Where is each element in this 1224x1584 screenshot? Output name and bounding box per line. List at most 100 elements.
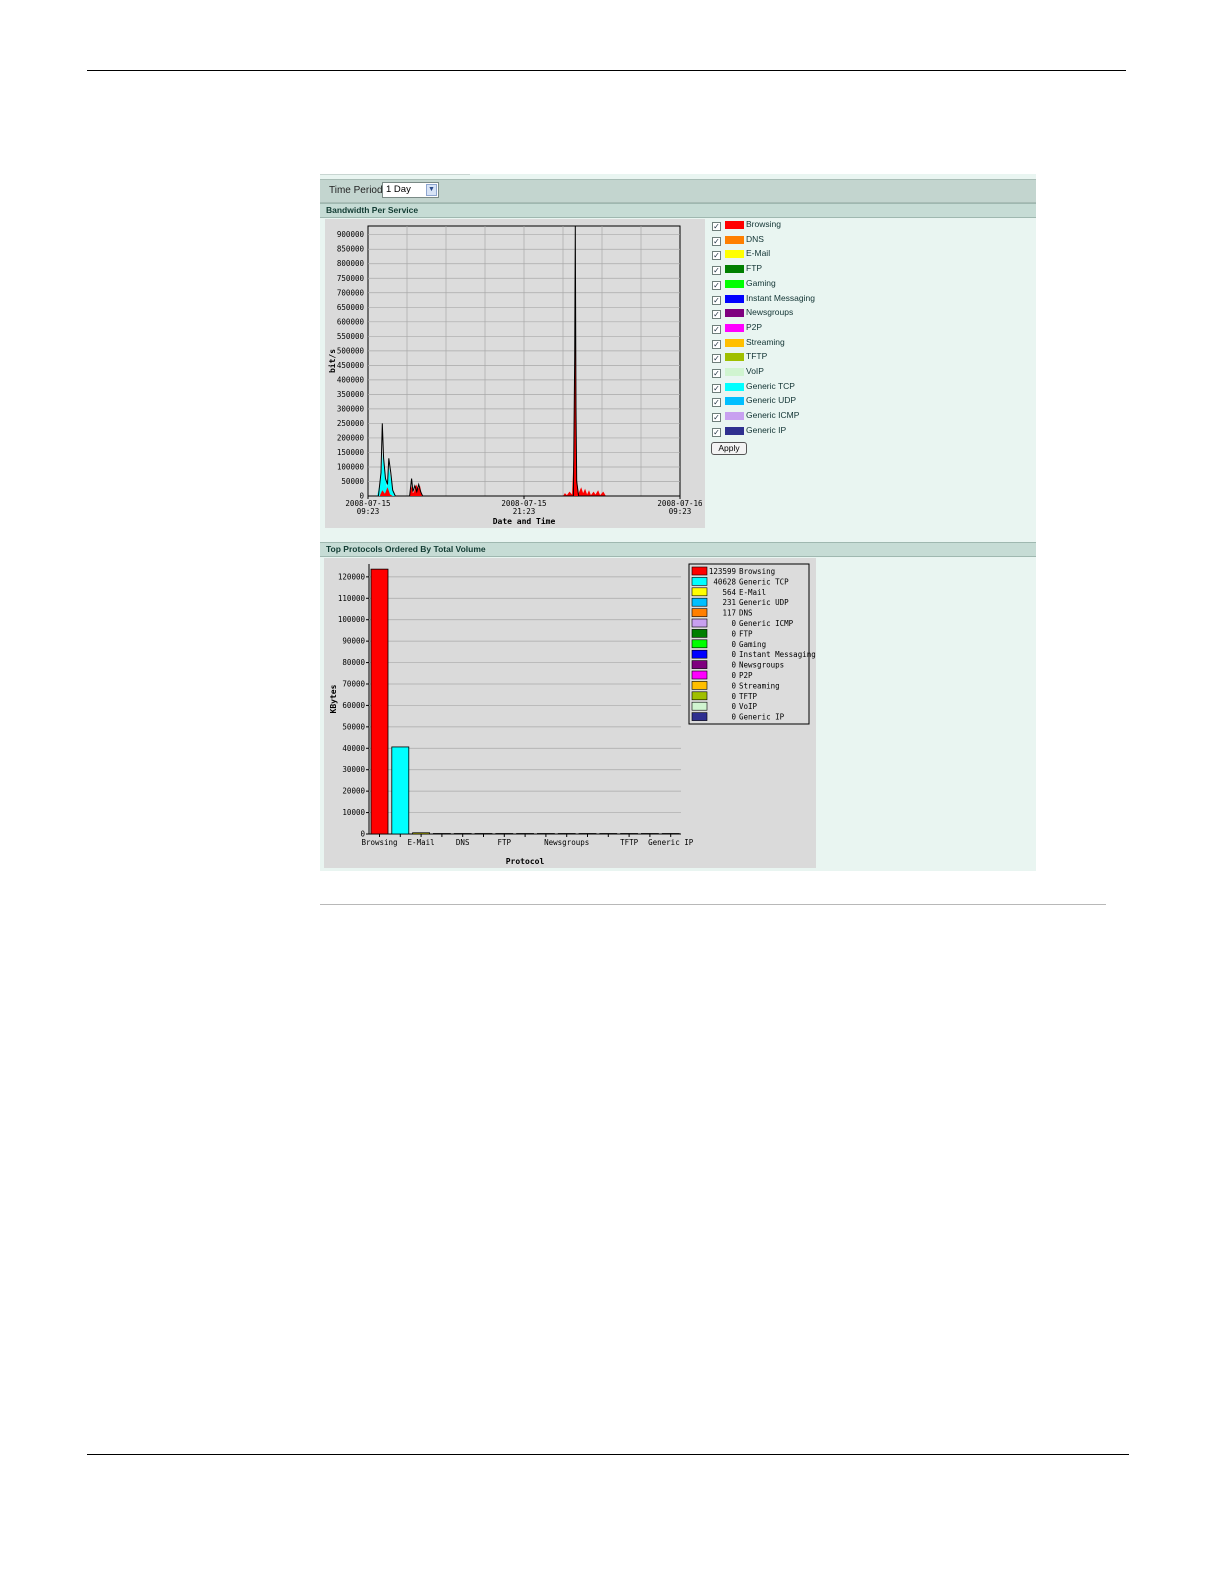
service-color-swatch [725,250,744,259]
bandwidth-section-header: Bandwidth Per Service [320,203,1036,218]
legend-value: 0 [731,650,736,659]
y-tick-label: 80000 [342,658,365,667]
top-protocols-section-title: Top Protocols Ordered By Total Volume [326,544,486,554]
bandwidth-chart-panel: 0 50000 100000 150000 200000 250000 300000 3500… [325,219,705,528]
service-row: ✓ VoIP [712,366,852,381]
service-checkbox[interactable]: ✓ [712,398,721,408]
service-checkbox[interactable]: ✓ [712,383,721,393]
legend-name: Generic TCP [739,577,789,586]
service-label: Generic IP [746,424,787,435]
x-tick-time: 21:23 [513,507,536,516]
bar-streaming [599,833,618,835]
y-tick-label: 400000 [337,375,365,384]
service-checkbox[interactable]: ✓ [712,339,721,349]
service-label: Generic UDP [746,395,797,406]
legend-name: Browsing [739,567,775,576]
y-tick-label: 350000 [337,390,365,399]
bar-dns [453,833,472,835]
bar-voip [640,833,659,835]
y-tick-label: 650000 [337,303,365,312]
service-checkbox[interactable]: ✓ [712,251,721,261]
service-checkbox[interactable]: ✓ [712,236,721,246]
y-tick-label: 70000 [342,680,365,689]
service-color-swatch [725,426,744,435]
service-checkbox[interactable]: ✓ [712,354,721,364]
y-tick-label: 550000 [337,332,365,341]
apply-button[interactable]: Apply [711,442,747,455]
y-tick-label: 300000 [337,404,365,413]
protocols-chart-panel: 0 10000 20000 30000 40000 50000 60000 70000 8000… [324,558,816,868]
service-row: ✓ Streaming [712,337,852,352]
bar-generic-tcp [391,746,410,835]
time-period-select[interactable]: 1 Day ▼ [382,182,439,198]
legend-swatch [691,597,708,607]
service-label: FTP [746,263,763,274]
legend-name: Generic UDP [739,598,789,607]
x-tick-label: E-Mail [408,838,435,847]
y-tick-label: 50000 [341,477,364,486]
bandwidth-chart: 0500001000001500002000002500003000003500… [327,225,703,526]
service-label: TFTP [746,351,768,362]
service-row: ✓ Generic IP [712,425,852,440]
service-row: ✓ FTP [712,263,852,278]
legend-name: TFTP [739,692,758,701]
legend-swatch [691,701,708,711]
service-label: Generic ICMP [746,410,800,421]
service-checkbox[interactable]: ✓ [712,369,721,378]
service-checkbox[interactable]: ✓ [712,280,721,290]
legend-name: Instant Messaging [739,650,816,659]
service-label: Gaming [746,277,776,288]
top-protocols-section-header: Top Protocols Ordered By Total Volume [320,542,1036,557]
service-label: Browsing [746,219,781,229]
y-tick-label: 900000 [337,230,365,239]
legend-swatch [691,608,708,617]
service-label: P2P [746,321,763,332]
legend-value: 0 [731,619,736,628]
y-tick-label: 850000 [337,245,365,254]
legend-swatch [691,639,708,649]
service-label: Instant Messaging [746,292,815,303]
y-tick-label: 40000 [342,744,365,753]
service-checkbox[interactable]: ✓ [712,324,721,334]
y-tick-label: 100000 [337,462,365,471]
legend-name: P2P [739,671,753,680]
service-checkbox[interactable]: ✓ [712,427,721,437]
service-label: E-Mail [746,248,771,259]
y-tick-label: 800000 [337,259,365,268]
service-checkbox[interactable]: ✓ [712,310,721,320]
service-checkbox[interactable]: ✓ [712,222,721,231]
y-tick-label: 100000 [338,615,366,624]
service-checkbox[interactable]: ✓ [712,413,721,423]
service-label: Streaming [746,336,785,347]
legend-value: 0 [731,640,736,649]
bar-gaming [516,833,535,835]
service-row: ✓ E-Mail [712,248,852,263]
time-period-value: 1 Day [386,184,411,195]
legend-value: 123599 [709,567,736,576]
service-color-swatch [725,412,744,421]
legend-name: Newsgroups [739,661,784,670]
service-checkbox[interactable]: ✓ [712,266,721,276]
chevron-down-icon[interactable]: ▼ [426,184,437,196]
x-tick-label: Newsgroups [544,838,589,847]
legend-swatch [691,577,708,586]
service-checkbox[interactable]: ✓ [712,295,721,305]
legend-value: 0 [731,671,736,680]
legend-name: VoIP [739,702,758,711]
service-row: ✓ Browsing [712,219,852,234]
bar-tftp [620,833,639,835]
y-tick-label: 50000 [342,722,365,731]
x-axis-title: Protocol [506,857,545,866]
legend-swatch [691,618,708,628]
service-row: ✓ TFTP [712,351,852,366]
legend-name: DNS [739,609,753,618]
service-color-swatch [725,323,744,332]
page-footer-rule [87,1454,1129,1455]
y-axis-title: KBytes [329,684,338,713]
legend-swatch [691,629,708,638]
legend-swatch [691,670,708,680]
x-tick-label: Generic IP [648,838,694,847]
x-tick-label: DNS [456,838,470,847]
y-tick-label: 150000 [337,448,365,457]
legend-name: Gaming [739,640,766,649]
